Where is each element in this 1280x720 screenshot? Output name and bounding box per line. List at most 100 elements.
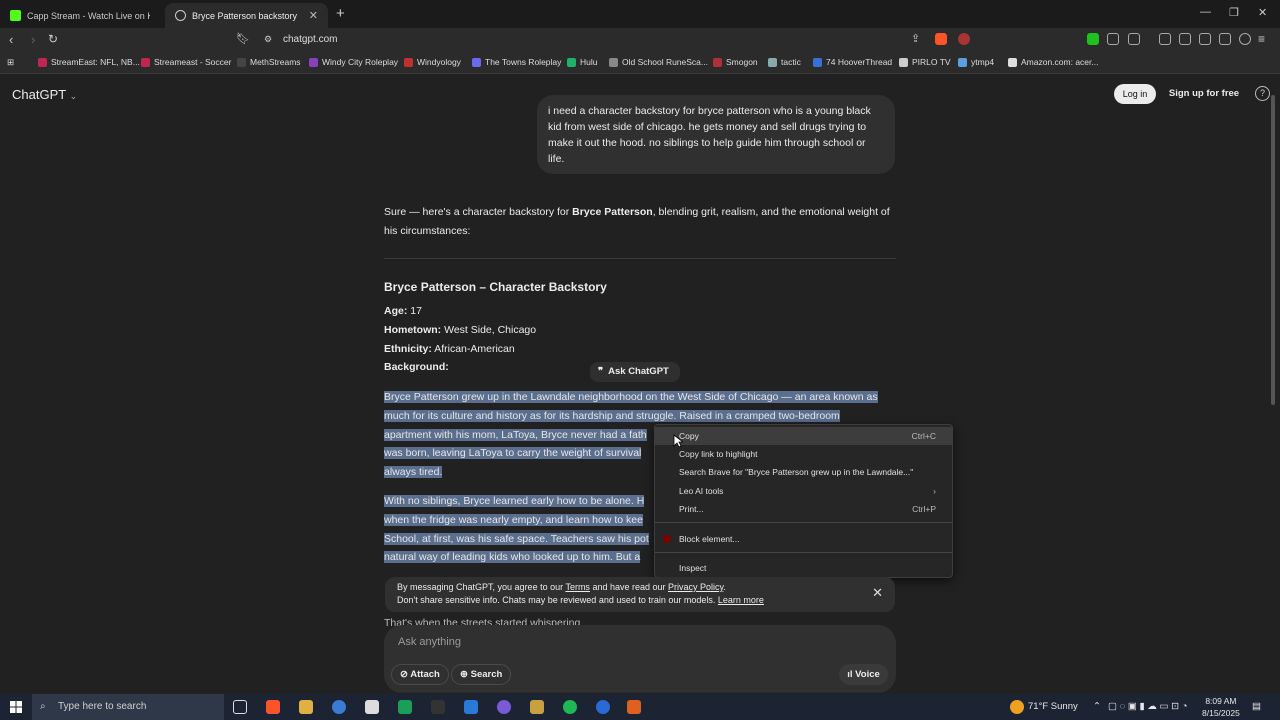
- menu-item-copy-link-to-highlight[interactable]: Copy link to highlight: [655, 445, 952, 463]
- menu-separator: [655, 522, 952, 523]
- selected-text-line: natural way of leading kids who looked u…: [384, 551, 641, 564]
- paperclip-icon: ⊘: [400, 669, 408, 680]
- spotify-icon[interactable]: [563, 700, 577, 714]
- leo-ai-icon[interactable]: [1219, 33, 1231, 45]
- menu-icon[interactable]: ≡: [1258, 32, 1265, 46]
- bookmark-item[interactable]: Windyology: [404, 57, 461, 67]
- bookmark-item[interactable]: tactic: [768, 57, 801, 67]
- share-icon[interactable]: ⇪: [911, 32, 920, 45]
- app-icon[interactable]: [464, 700, 478, 714]
- close-tab-icon[interactable]: ✕: [309, 9, 318, 22]
- new-tab-button[interactable]: +: [336, 5, 345, 22]
- windows-start-icon[interactable]: [10, 701, 22, 713]
- bookmark-item[interactable]: Amazon.com: acer...: [1008, 57, 1098, 67]
- bookmark-item[interactable]: Streameast - Soccer: [141, 57, 231, 67]
- close-icon[interactable]: ✕: [872, 586, 883, 599]
- nav-bar: ‹ › ↻ 🔖︎ ⚙︎ chatgpt.com ⇪ ≡: [0, 28, 1280, 52]
- extension-d-icon[interactable]: [1087, 33, 1099, 45]
- menu-item-search-brave[interactable]: Search Brave for "Bryce Patterson grew u…: [655, 463, 952, 481]
- clock[interactable]: 8:09 AM 8/15/2025: [1202, 695, 1240, 719]
- hometown-row: Hometown: West Side, Chicago: [384, 324, 537, 336]
- bookmark-icon[interactable]: 🔖︎: [236, 32, 250, 45]
- address-bar[interactable]: chatgpt.com: [283, 34, 337, 45]
- apps-icon[interactable]: ⊞: [7, 57, 14, 68]
- brave-taskbar-icon[interactable]: [266, 700, 280, 714]
- minimize-button[interactable]: —: [1200, 6, 1211, 18]
- response-heading: Bryce Patterson – Character Backstory: [384, 280, 607, 294]
- brave-shields-icon[interactable]: [935, 33, 947, 45]
- app-icon[interactable]: [530, 700, 544, 714]
- extensions-icon[interactable]: [1107, 33, 1119, 45]
- task-view-icon[interactable]: [233, 700, 247, 714]
- app-icon[interactable]: [627, 700, 641, 714]
- forward-button[interactable]: ›: [31, 32, 35, 47]
- tab-bar: Capp Stream - Watch Live on Kic Bryce Pa…: [0, 0, 1280, 28]
- maximize-button[interactable]: ❐: [1229, 6, 1239, 19]
- bookmark-item[interactable]: Smogon: [713, 57, 758, 67]
- bookmark-item[interactable]: Windy City Roleplay: [309, 57, 398, 67]
- context-menu: Copy Ctrl+C Copy link to highlight Search…: [654, 424, 953, 578]
- prompt-input[interactable]: Ask anything: [398, 636, 461, 648]
- globe-icon: ⊕: [460, 669, 468, 680]
- tab-bryce-backstory[interactable]: Bryce Patterson backstory ✕: [165, 3, 328, 28]
- user-message: i need a character backstory for bryce p…: [537, 95, 895, 174]
- reload-button[interactable]: ↻: [48, 32, 58, 46]
- bookmark-item[interactable]: PIRLO TV: [899, 57, 951, 67]
- bookmark-item[interactable]: The Towns Roleplay: [472, 57, 561, 67]
- app-icon[interactable]: [332, 700, 346, 714]
- terms-link[interactable]: Terms: [565, 582, 590, 592]
- tray-icons[interactable]: ▢ ◌ ▣ ▮ ☁ ▭ ⊡ ◔: [1108, 701, 1187, 712]
- bookmark-item[interactable]: MethStreams: [237, 57, 301, 67]
- app-icon[interactable]: [596, 700, 610, 714]
- composer: Ask anything ⊘ Attach ⊕ Search ıl Voice: [384, 625, 896, 693]
- bookmark-item[interactable]: ytmp4: [958, 57, 994, 67]
- scrollbar[interactable]: [1271, 95, 1275, 405]
- voice-button[interactable]: ıl Voice: [839, 664, 888, 685]
- site-info-icon[interactable]: ⚙︎: [264, 34, 272, 45]
- attach-button[interactable]: ⊘ Attach: [391, 664, 449, 685]
- brave-rewards-icon[interactable]: [958, 33, 970, 45]
- menu-item-block-element[interactable]: Block element...: [655, 530, 952, 548]
- vpn-icon[interactable]: [1239, 33, 1251, 45]
- wallet-icon[interactable]: [1199, 33, 1211, 45]
- consent-banner: By messaging ChatGPT, you agree to our T…: [385, 577, 895, 612]
- notifications-icon[interactable]: ▤: [1252, 701, 1261, 712]
- model-selector[interactable]: ChatGPT ⌄: [12, 87, 77, 102]
- bookmark-item[interactable]: 74 HooverThread: [813, 57, 892, 67]
- search-button[interactable]: ⊕ Search: [451, 664, 512, 685]
- app-icon[interactable]: [365, 700, 379, 714]
- chevron-right-icon: ›: [933, 486, 936, 496]
- help-icon[interactable]: ?: [1255, 86, 1270, 101]
- menu-item-inspect[interactable]: Inspect: [655, 559, 952, 577]
- close-window-button[interactable]: ✕: [1258, 6, 1267, 19]
- chevron-up-icon[interactable]: ⌃: [1093, 701, 1101, 712]
- extension-icon[interactable]: [1128, 33, 1140, 45]
- tab-capp-stream[interactable]: Capp Stream - Watch Live on Kic: [0, 3, 160, 28]
- file-explorer-icon[interactable]: [299, 700, 313, 714]
- age-row: Age: 17: [384, 305, 422, 317]
- bookmarks-bar: ⊞ StreamEast: NFL, NB... Streameast - So…: [0, 52, 1280, 74]
- weather-icon[interactable]: [1010, 700, 1024, 714]
- bookmark-item[interactable]: StreamEast: NFL, NB...: [38, 57, 140, 67]
- weather-text[interactable]: 71°F Sunny: [1028, 701, 1078, 712]
- taskbar-search[interactable]: ⌕ Type here to search: [32, 694, 224, 720]
- bookmark-item[interactable]: Hulu: [567, 57, 597, 67]
- menu-item-leo-ai-tools[interactable]: Leo AI tools ›: [655, 482, 952, 500]
- selected-text-line: School, at first, was his safe space. Te…: [384, 532, 649, 545]
- selected-text-line: was born, leaving LaToya to carry the we…: [384, 447, 642, 460]
- media-icon[interactable]: [1159, 33, 1171, 45]
- menu-item-print[interactable]: Print... Ctrl+P: [655, 500, 952, 518]
- app-icon[interactable]: [497, 700, 511, 714]
- app-icon[interactable]: [431, 700, 445, 714]
- signup-button[interactable]: Sign up for free: [1163, 84, 1245, 104]
- back-button[interactable]: ‹: [9, 32, 13, 47]
- ask-chatgpt-button[interactable]: ❞ Ask ChatGPT: [590, 362, 680, 382]
- learn-more-link[interactable]: Learn more: [718, 595, 764, 605]
- app-icon[interactable]: [398, 700, 412, 714]
- menu-item-copy[interactable]: Copy Ctrl+C: [655, 427, 952, 445]
- privacy-policy-link[interactable]: Privacy Policy: [668, 582, 723, 592]
- login-button[interactable]: Log in: [1114, 84, 1156, 104]
- sidebar-icon[interactable]: [1179, 33, 1191, 45]
- brand-label: ChatGPT: [12, 87, 66, 102]
- bookmark-item[interactable]: Old School RuneSca...: [609, 57, 708, 67]
